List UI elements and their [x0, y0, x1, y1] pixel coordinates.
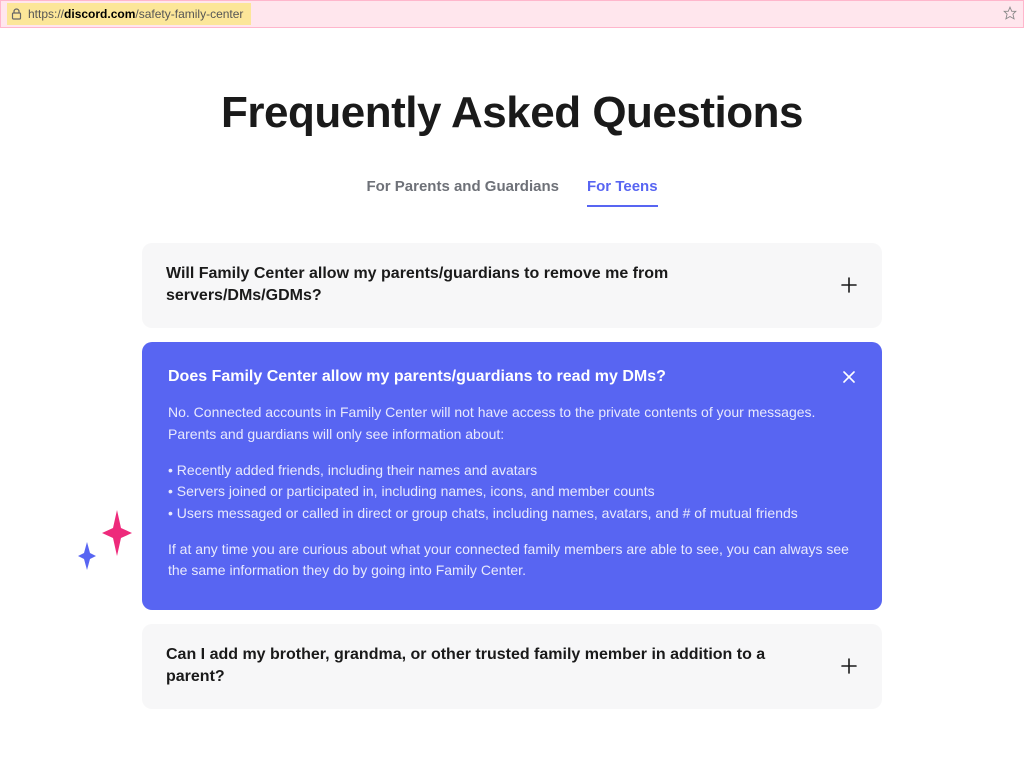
faq-item-expanded: Does Family Center allow my parents/guar…: [142, 342, 882, 610]
faq-toggle-header[interactable]: Can I add my brother, grandma, or other …: [166, 644, 858, 689]
tab-parents-guardians[interactable]: For Parents and Guardians: [366, 178, 559, 207]
url-highlight: https://discord.com/safety-family-center: [7, 3, 251, 25]
plus-icon: [840, 276, 858, 294]
bookmark-star-icon[interactable]: [1003, 6, 1017, 23]
faq-answer-intro: No. Connected accounts in Family Center …: [168, 402, 856, 445]
faq-answer-bullet: Servers joined or participated in, inclu…: [168, 481, 856, 503]
url-text: https://discord.com/safety-family-center: [28, 7, 243, 21]
faq-toggle-header[interactable]: Does Family Center allow my parents/guar…: [168, 366, 856, 388]
faq-tabs: For Parents and Guardians For Teens: [142, 178, 882, 207]
faq-toggle-header[interactable]: Will Family Center allow my parents/guar…: [166, 263, 858, 308]
plus-icon: [840, 657, 858, 675]
faq-answer-list: Recently added friends, including their …: [168, 460, 856, 525]
browser-url-bar[interactable]: https://discord.com/safety-family-center: [0, 0, 1024, 28]
faq-question: Will Family Center allow my parents/guar…: [166, 263, 824, 308]
faq-answer-outro: If at any time you are curious about wha…: [168, 539, 856, 582]
faq-item: Can I add my brother, grandma, or other …: [142, 624, 882, 709]
sparkle-blue-icon: [78, 542, 96, 570]
faq-answer-bullet: Recently added friends, including their …: [168, 460, 856, 482]
close-icon: [842, 370, 856, 384]
faq-answer: No. Connected accounts in Family Center …: [168, 402, 856, 582]
lock-icon: [11, 8, 22, 20]
page-heading: Frequently Asked Questions: [142, 88, 882, 138]
faq-question: Does Family Center allow my parents/guar…: [168, 366, 666, 388]
faq-answer-bullet: Users messaged or called in direct or gr…: [168, 503, 856, 525]
faq-question: Can I add my brother, grandma, or other …: [166, 644, 824, 689]
tab-teens[interactable]: For Teens: [587, 178, 658, 207]
faq-item: Will Family Center allow my parents/guar…: [142, 243, 882, 328]
